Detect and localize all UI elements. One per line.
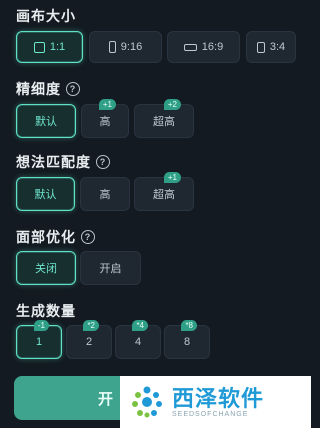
- option-label: 关闭: [35, 263, 57, 275]
- cost-badge: -1: [33, 320, 49, 331]
- portrait-ratio-icon: [256, 41, 265, 53]
- ratio-label: 1:1: [49, 41, 66, 53]
- face-opt-on[interactable]: 开启: [80, 251, 141, 285]
- option-label: 开启: [99, 263, 122, 275]
- face-opt-title-text: 面部优化: [16, 229, 76, 245]
- watermark-sub: SEEDSOFCHANGE: [172, 410, 249, 418]
- help-icon[interactable]: ?: [96, 155, 110, 169]
- idea-match-title-text: 想法匹配度: [16, 154, 91, 170]
- help-icon[interactable]: ?: [66, 82, 80, 96]
- idea-match-option-high[interactable]: 高: [80, 177, 130, 211]
- option-label: 4: [134, 336, 142, 348]
- watermark-logo-icon: [130, 385, 164, 419]
- gen-count-title-text: 生成数量: [16, 303, 76, 319]
- detail-title: 精细度 ?: [16, 79, 80, 99]
- detail-option-high[interactable]: 高 +1: [81, 99, 129, 138]
- watermark-main: 西泽软件: [172, 385, 265, 411]
- option-label: 默认: [34, 189, 57, 201]
- landscape-ratio-icon: [183, 43, 197, 51]
- gen-count-2[interactable]: 2 *2: [66, 320, 112, 359]
- watermark: 西泽软件 SEEDSOFCHANGE: [120, 376, 311, 428]
- square-ratio-icon: [33, 41, 45, 53]
- ratio-option-9-16[interactable]: 9:16: [89, 31, 162, 63]
- gen-count-1[interactable]: 1 -1: [16, 320, 62, 359]
- idea-match-option-ultra[interactable]: 超高 +1: [134, 172, 194, 211]
- option-label: 默认: [35, 116, 57, 128]
- ratio-option-16-9[interactable]: 16:9: [167, 31, 240, 63]
- cost-badge: +1: [98, 99, 116, 110]
- generate-button-label: 开: [98, 390, 114, 408]
- ratio-option-1-1[interactable]: 1:1: [16, 31, 83, 63]
- cost-badge: +1: [163, 172, 181, 183]
- cost-badge: +2: [163, 99, 181, 110]
- option-label: 超高: [153, 189, 175, 201]
- cost-badge: *2: [83, 320, 99, 331]
- cost-badge: *8: [181, 320, 197, 331]
- option-label: 1: [35, 336, 43, 348]
- ratio-option-3-4[interactable]: 3:4: [246, 31, 296, 63]
- canvas-size-title: 画布大小: [16, 6, 76, 26]
- detail-option-default[interactable]: 默认: [16, 104, 76, 138]
- option-label: 超高: [153, 116, 175, 128]
- option-label: 高: [99, 116, 111, 128]
- ratio-label: 16:9: [201, 41, 224, 53]
- detail-title-text: 精细度: [16, 81, 61, 97]
- watermark-text: 西泽软件 SEEDSOFCHANGE: [172, 385, 265, 418]
- gen-count-4[interactable]: 4 *4: [115, 320, 161, 359]
- ratio-label: 9:16: [120, 41, 143, 53]
- option-label: 8: [183, 336, 191, 348]
- portrait-ratio-icon: [108, 41, 116, 53]
- idea-match-title: 想法匹配度 ?: [16, 152, 110, 172]
- help-icon[interactable]: ?: [81, 230, 95, 244]
- face-opt-off[interactable]: 关闭: [16, 251, 76, 285]
- ratio-label: 3:4: [269, 41, 286, 53]
- gen-count-8[interactable]: 8 *8: [164, 320, 210, 359]
- canvas-size-title-text: 画布大小: [16, 8, 76, 24]
- cost-badge: *4: [132, 320, 148, 331]
- idea-match-option-default[interactable]: 默认: [16, 177, 75, 211]
- detail-option-ultra[interactable]: 超高 +2: [134, 99, 194, 138]
- option-label: 高: [99, 189, 111, 201]
- gen-count-title: 生成数量: [16, 301, 76, 321]
- face-opt-title: 面部优化 ?: [16, 227, 95, 247]
- option-label: 2: [85, 336, 93, 348]
